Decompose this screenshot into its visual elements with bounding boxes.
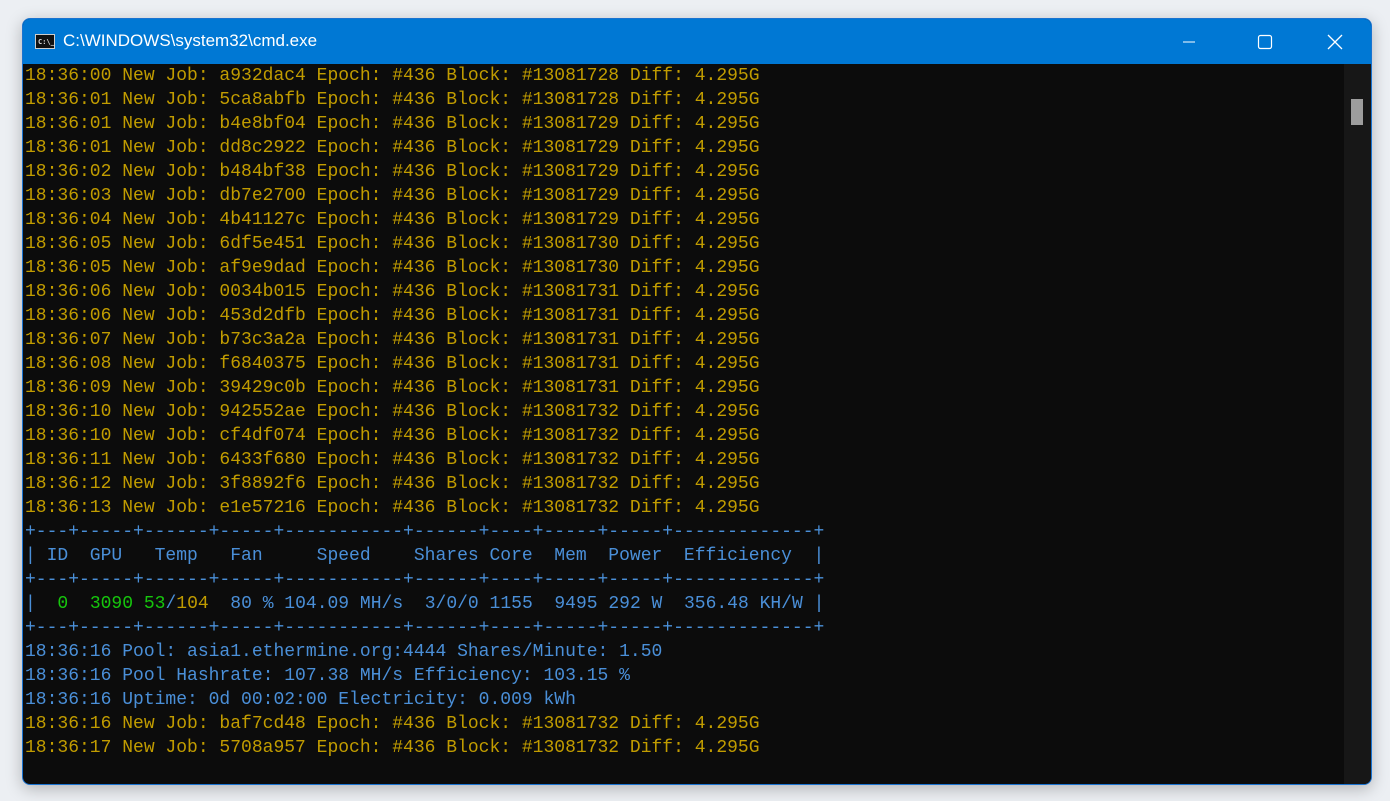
console-text-segment: | bbox=[25, 594, 58, 614]
console-text-segment: +---+-----+------+-----+-----------+----… bbox=[25, 618, 825, 638]
console-text-segment: 3090 bbox=[89, 594, 134, 614]
console-line: 18:36:10 New Job: 942552ae Epoch: #436 B… bbox=[25, 400, 1345, 424]
close-button[interactable] bbox=[1300, 19, 1370, 64]
console-text-segment: 18:36:08 New Job: f6840375 Epoch: #436 B… bbox=[25, 354, 760, 374]
console-line: +---+-----+------+-----+-----------+----… bbox=[25, 568, 1345, 592]
console-line: 18:36:09 New Job: 39429c0b Epoch: #436 B… bbox=[25, 376, 1345, 400]
console-text-segment: 18:36:11 New Job: 6433f680 Epoch: #436 B… bbox=[25, 450, 760, 470]
console-line: 18:36:11 New Job: 6433f680 Epoch: #436 B… bbox=[25, 448, 1345, 472]
maximize-button[interactable] bbox=[1230, 19, 1300, 64]
console-line: 18:36:03 New Job: db7e2700 Epoch: #436 B… bbox=[25, 184, 1345, 208]
scrollbar-thumb[interactable] bbox=[1351, 99, 1363, 125]
console-line: 18:36:13 New Job: e1e57216 Epoch: #436 B… bbox=[25, 496, 1345, 520]
console-text-segment: 18:36:10 New Job: cf4df074 Epoch: #436 B… bbox=[25, 426, 760, 446]
console-line: 18:36:08 New Job: f6840375 Epoch: #436 B… bbox=[25, 352, 1345, 376]
console-text-segment: +---+-----+------+-----+-----------+----… bbox=[25, 522, 825, 542]
app-icon-text: C:\_ bbox=[38, 38, 55, 46]
console-text-segment: 18:36:05 New Job: 6df5e451 Epoch: #436 B… bbox=[25, 234, 760, 254]
console-text-segment: | ID GPU Temp Fan Speed Shares Core Mem … bbox=[25, 546, 825, 566]
console-line: 18:36:05 New Job: af9e9dad Epoch: #436 B… bbox=[25, 256, 1345, 280]
console-text-segment: +---+-----+------+-----+-----------+----… bbox=[25, 570, 825, 590]
console-text-segment: 18:36:16 Uptime: 0d 00:02:00 Electricity… bbox=[25, 690, 576, 710]
console-text-segment: 18:36:07 New Job: b73c3a2a Epoch: #436 B… bbox=[25, 330, 760, 350]
cmd-window: C:\_ C:\WINDOWS\system32\cmd.exe 18:36:0… bbox=[22, 18, 1372, 785]
console-line: 18:36:16 Pool Hashrate: 107.38 MH/s Effi… bbox=[25, 664, 1345, 688]
console-text-segment bbox=[68, 594, 90, 614]
console-text-segment: 18:36:12 New Job: 3f8892f6 Epoch: #436 B… bbox=[25, 474, 760, 494]
console-text-segment: 18:36:04 New Job: 4b41127c Epoch: #436 B… bbox=[25, 210, 760, 230]
console-text-segment: 18:36:06 New Job: 0034b015 Epoch: #436 B… bbox=[25, 282, 760, 302]
console-line: 18:36:16 New Job: baf7cd48 Epoch: #436 B… bbox=[25, 712, 1345, 736]
console-line: 18:36:06 New Job: 0034b015 Epoch: #436 B… bbox=[25, 280, 1345, 304]
console-line: +---+-----+------+-----+-----------+----… bbox=[25, 616, 1345, 640]
console-line: 18:36:01 New Job: dd8c2922 Epoch: #436 B… bbox=[25, 136, 1345, 160]
console-text-segment: 18:36:01 New Job: 5ca8abfb Epoch: #436 B… bbox=[25, 90, 760, 110]
console-text-segment: 18:36:16 New Job: baf7cd48 Epoch: #436 B… bbox=[25, 714, 760, 734]
console-line: | 0 3090 53/104 80 % 104.09 MH/s 3/0/0 1… bbox=[25, 592, 1345, 616]
console-output[interactable]: 18:36:00 New Job: a932dac4 Epoch: #436 B… bbox=[23, 64, 1345, 784]
console-line: 18:36:02 New Job: b484bf38 Epoch: #436 B… bbox=[25, 160, 1345, 184]
console-text-segment: 18:36:10 New Job: 942552ae Epoch: #436 B… bbox=[25, 402, 760, 422]
console-text-segment: 18:36:17 New Job: 5708a957 Epoch: #436 B… bbox=[25, 738, 760, 758]
console-line: 18:36:04 New Job: 4b41127c Epoch: #436 B… bbox=[25, 208, 1345, 232]
console-line: 18:36:01 New Job: 5ca8abfb Epoch: #436 B… bbox=[25, 88, 1345, 112]
console-text-segment: 18:36:09 New Job: 39429c0b Epoch: #436 B… bbox=[25, 378, 760, 398]
console-text-segment: / bbox=[165, 594, 177, 614]
console-text-segment: 80 % 104.09 MH/s 3/0/0 1155 9495 292 W 3… bbox=[208, 594, 825, 614]
console-line: | ID GPU Temp Fan Speed Shares Core Mem … bbox=[25, 544, 1345, 568]
cmd-app-icon[interactable]: C:\_ bbox=[35, 34, 55, 49]
maximize-icon bbox=[1257, 34, 1273, 49]
console-line: +---+-----+------+-----+-----------+----… bbox=[25, 520, 1345, 544]
console-text-segment bbox=[133, 594, 144, 614]
console-text-segment: 18:36:02 New Job: b484bf38 Epoch: #436 B… bbox=[25, 162, 760, 182]
console-line: 18:36:05 New Job: 6df5e451 Epoch: #436 B… bbox=[25, 232, 1345, 256]
console-line: 18:36:06 New Job: 453d2dfb Epoch: #436 B… bbox=[25, 304, 1345, 328]
console-line: 18:36:16 Pool: asia1.ethermine.org:4444 … bbox=[25, 640, 1345, 664]
minimize-button[interactable] bbox=[1154, 19, 1224, 64]
title-bar[interactable]: C:\_ C:\WINDOWS\system32\cmd.exe bbox=[23, 19, 1371, 64]
console-text-segment: 18:36:01 New Job: dd8c2922 Epoch: #436 B… bbox=[25, 138, 760, 158]
console-text-segment: 18:36:13 New Job: e1e57216 Epoch: #436 B… bbox=[25, 498, 760, 518]
console-text-segment: 53 bbox=[143, 594, 166, 614]
console-text-segment: 18:36:01 New Job: b4e8bf04 Epoch: #436 B… bbox=[25, 114, 760, 134]
console-text-segment: 104 bbox=[176, 594, 209, 614]
console-line: 18:36:17 New Job: 5708a957 Epoch: #436 B… bbox=[25, 736, 1345, 760]
window-title: C:\WINDOWS\system32\cmd.exe bbox=[63, 31, 318, 50]
minimize-icon bbox=[1183, 41, 1195, 42]
console-line: 18:36:12 New Job: 3f8892f6 Epoch: #436 B… bbox=[25, 472, 1345, 496]
console-text-segment: 18:36:16 Pool: asia1.ethermine.org:4444 … bbox=[25, 642, 663, 662]
console-line: 18:36:07 New Job: b73c3a2a Epoch: #436 B… bbox=[25, 328, 1345, 352]
console-line: 18:36:01 New Job: b4e8bf04 Epoch: #436 B… bbox=[25, 112, 1345, 136]
console-line: 18:36:16 Uptime: 0d 00:02:00 Electricity… bbox=[25, 688, 1345, 712]
console-text-segment: 18:36:05 New Job: af9e9dad Epoch: #436 B… bbox=[25, 258, 760, 278]
console-text-segment: 18:36:06 New Job: 453d2dfb Epoch: #436 B… bbox=[25, 306, 760, 326]
console-text-segment: 18:36:03 New Job: db7e2700 Epoch: #436 B… bbox=[25, 186, 760, 206]
console-text-segment: 0 bbox=[57, 594, 69, 614]
console-text-segment: 18:36:00 New Job: a932dac4 Epoch: #436 B… bbox=[25, 66, 760, 86]
vertical-scrollbar[interactable] bbox=[1344, 64, 1371, 784]
close-icon bbox=[1327, 34, 1343, 49]
console-text-segment: 18:36:16 Pool Hashrate: 107.38 MH/s Effi… bbox=[25, 666, 630, 686]
console-line: 18:36:10 New Job: cf4df074 Epoch: #436 B… bbox=[25, 424, 1345, 448]
console-line: 18:36:00 New Job: a932dac4 Epoch: #436 B… bbox=[25, 64, 1345, 88]
